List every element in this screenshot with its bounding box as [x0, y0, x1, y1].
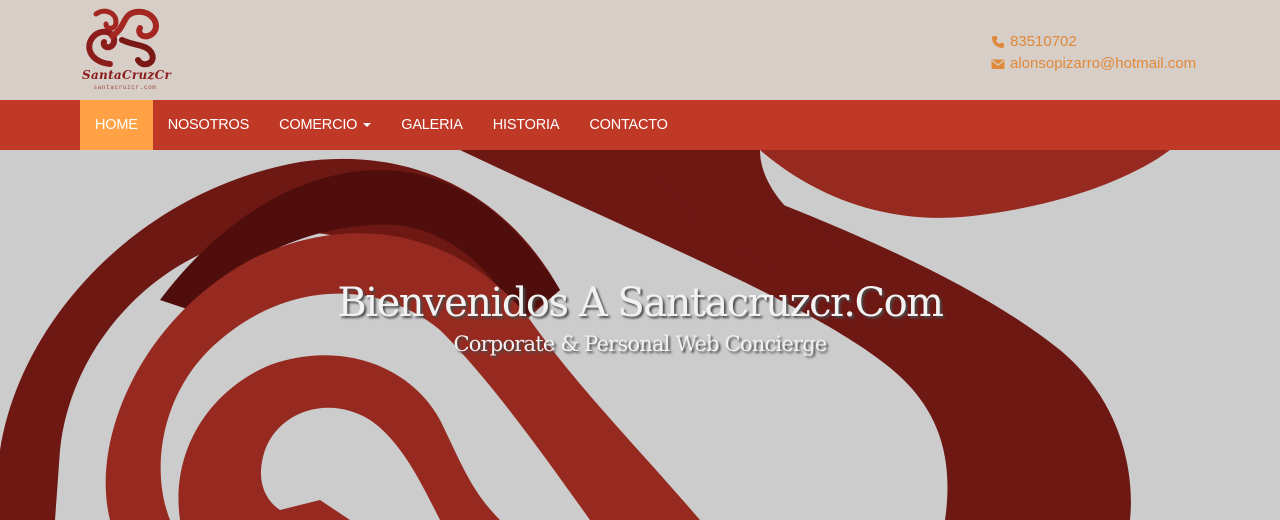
hero-title: Bienvenidos A Santacruzcr.Com [337, 280, 944, 326]
nav-item-galeria[interactable]: GALERIA [386, 100, 477, 150]
nav-menu: HOME NOSOTROS COMERCIO GALERIA HISTORIA … [80, 100, 683, 150]
logo-swirl-icon [86, 8, 159, 68]
nav-item-label: COMERCIO [279, 117, 358, 133]
email-address: alonsopizarro@hotmail.com [1010, 55, 1197, 72]
phone-icon [992, 36, 1004, 48]
nav-item-label: NOSOTROS [167, 117, 250, 133]
main-navbar: HOME NOSOTROS COMERCIO GALERIA HISTORIA … [0, 100, 1280, 150]
caret-down-icon [363, 123, 372, 127]
nav-item-historia[interactable]: HISTORIA [478, 100, 575, 150]
nav-item-label: HISTORIA [492, 117, 560, 133]
envelope-icon [991, 59, 1005, 69]
nav-item-label: HOME [95, 117, 138, 133]
nav-item-nosotros[interactable]: NOSOTROS [153, 100, 264, 150]
phone-number: 83510702 [1010, 33, 1077, 50]
top-header: SantaCruzCr santacruzcr.com 83510702 alo… [0, 0, 1280, 100]
site-logo[interactable]: SantaCruzCr santacruzcr.com [82, 6, 172, 94]
contact-phone[interactable]: 83510702 [991, 31, 1196, 53]
hero-subtitle: Corporate & Personal Web Concierge [453, 332, 827, 356]
contact-info: 83510702 alonsopizarro@hotmail.com [991, 31, 1196, 75]
contact-email[interactable]: alonsopizarro@hotmail.com [991, 53, 1196, 75]
logo-subtext: santacruzcr.com [93, 84, 157, 91]
nav-item-label: CONTACTO [589, 117, 668, 133]
nav-item-label: GALERIA [401, 117, 463, 133]
hero-banner: Bienvenidos A Santacruzcr.Com Corporate … [0, 150, 1280, 520]
nav-item-contacto[interactable]: CONTACTO [574, 100, 682, 150]
logo-name: SantaCruzCr [82, 68, 172, 82]
nav-item-comercio[interactable]: COMERCIO [264, 100, 386, 150]
nav-item-home[interactable]: HOME [80, 100, 153, 150]
